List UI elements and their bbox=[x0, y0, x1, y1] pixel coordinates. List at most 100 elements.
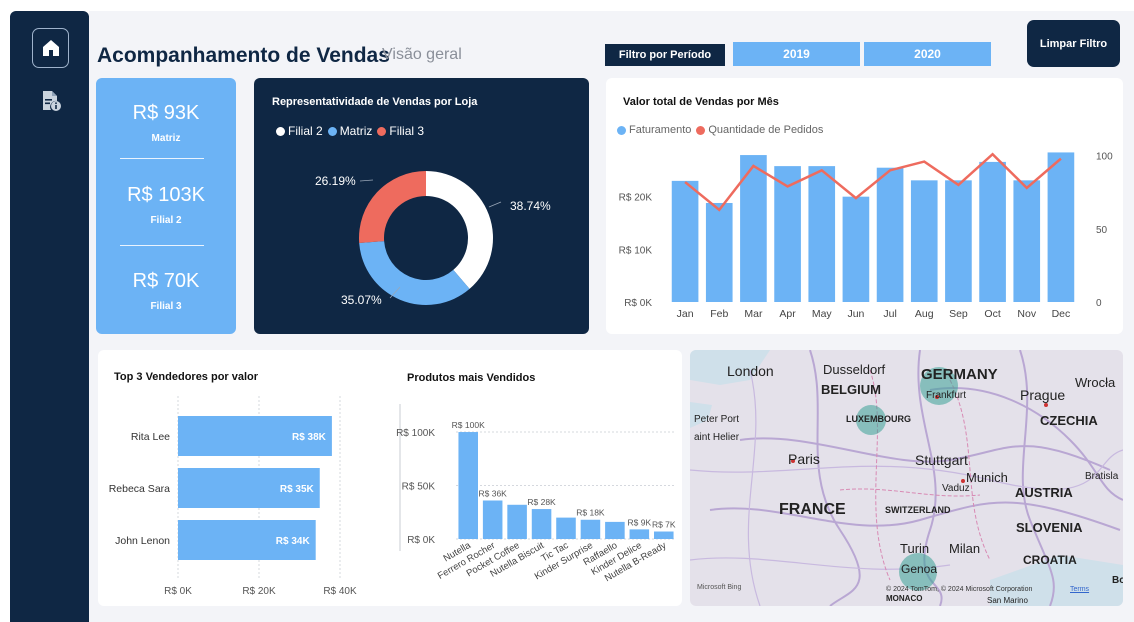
year-2019-button[interactable]: 2019 bbox=[733, 42, 860, 66]
map-label: LUXEMBOURG bbox=[846, 414, 911, 424]
kpi-card: R$ 93K Matriz R$ 103K Filial 2 R$ 70K Fi… bbox=[96, 78, 236, 334]
y-right-tick-label: 100 bbox=[1096, 152, 1113, 163]
map-label: Milan bbox=[949, 541, 981, 556]
bar-product[interactable] bbox=[482, 500, 503, 539]
bar-faturamento[interactable] bbox=[1047, 152, 1075, 302]
map-label: GERMANY bbox=[921, 366, 998, 383]
bar-faturamento[interactable] bbox=[671, 180, 699, 302]
bar-faturamento[interactable] bbox=[910, 180, 938, 302]
kpi-divider bbox=[120, 245, 204, 246]
bar-data-label: R$ 36K bbox=[478, 488, 507, 498]
x-tick-label: Sep bbox=[949, 308, 968, 320]
bar-faturamento[interactable] bbox=[808, 166, 836, 302]
bar-data-label: R$ 34K bbox=[276, 536, 311, 547]
bar-product[interactable] bbox=[458, 432, 478, 539]
map-label: CZECHIA bbox=[1040, 413, 1098, 428]
clear-filter-button[interactable]: Limpar Filtro bbox=[1027, 20, 1120, 67]
x-tick-label: Feb bbox=[710, 308, 728, 320]
y-left-tick-label: R$ 0K bbox=[624, 298, 652, 309]
x-tick-label: Mar bbox=[744, 308, 763, 320]
map-label: Peter Port bbox=[694, 414, 740, 425]
sales-map[interactable]: London Dusseldorf BELGIUM GERMANY Frankf… bbox=[690, 350, 1123, 606]
y-tick-label: R$ 0K bbox=[407, 535, 435, 546]
bar-faturamento[interactable] bbox=[979, 161, 1006, 302]
page-subtitle: Visão geral bbox=[382, 46, 462, 63]
bar-data-label: R$ 7K bbox=[652, 520, 676, 530]
bar-data-label: R$ 18K bbox=[576, 508, 605, 518]
map-label: BELGIUM bbox=[821, 382, 881, 397]
map-label: Bratisla bbox=[1085, 471, 1119, 482]
kpi-label: Filial 2 bbox=[150, 215, 182, 226]
map-label: Wrocła bbox=[1075, 375, 1116, 390]
slice-label-filial-3: 26.19% bbox=[315, 174, 356, 188]
map-brand-logo: Microsoft Bing bbox=[697, 584, 742, 591]
map-label: Munich bbox=[966, 470, 1008, 485]
bar-data-label: R$ 100K bbox=[452, 420, 485, 430]
y-tick-label: Rebeca Sara bbox=[109, 483, 170, 495]
bar-product[interactable] bbox=[654, 531, 674, 539]
kpi-matriz: R$ 93K Matriz bbox=[96, 102, 236, 144]
map-label: MONACO bbox=[886, 594, 923, 603]
map-label: London bbox=[727, 363, 774, 379]
map-label: AUSTRIA bbox=[1015, 485, 1073, 500]
map-label: San Marino bbox=[987, 596, 1028, 605]
bar-data-label: R$ 9K bbox=[628, 517, 652, 527]
file-info-icon[interactable] bbox=[40, 90, 62, 112]
y-tick-label: R$ 50K bbox=[402, 482, 436, 493]
bar-product[interactable] bbox=[507, 504, 527, 539]
x-tick-label: R$ 40K bbox=[323, 586, 357, 597]
x-tick-label: Dec bbox=[1052, 308, 1071, 320]
x-tick-label: Jun bbox=[847, 308, 864, 320]
map-label: CROATIA bbox=[1023, 553, 1077, 567]
page-title: Acompanhamento de Vendas bbox=[97, 44, 390, 67]
map-label: Dusseldorf bbox=[823, 362, 886, 377]
x-tick-label: R$ 0K bbox=[164, 586, 192, 597]
monthly-sales-chart: R$ 0K R$ 10K R$ 20K 0 50 100 Jan Feb Mar Apr May Ju… bbox=[619, 152, 1113, 320]
donut-slice-filial-2[interactable] bbox=[426, 171, 493, 289]
kpi-filial-3: R$ 70K Filial 3 bbox=[96, 270, 236, 312]
map-label: Bo bbox=[1112, 575, 1123, 586]
leader-line bbox=[359, 179, 374, 182]
y-tick-label: Rita Lee bbox=[131, 431, 170, 443]
map-label: Vaduz bbox=[942, 483, 970, 494]
donut-slice-filial-3[interactable] bbox=[359, 171, 426, 244]
top-products-chart: R$ 0KR$ 50KR$ 100KR$ 100KNutellaR$ 36KFe… bbox=[396, 404, 676, 584]
map-label: Paris bbox=[788, 451, 820, 467]
x-tick-label: Apr bbox=[779, 308, 796, 320]
home-button[interactable] bbox=[32, 28, 69, 68]
bar-faturamento[interactable] bbox=[705, 202, 733, 302]
map-label: Frankfurt bbox=[926, 390, 967, 401]
period-filter-label: Filtro por Período bbox=[605, 44, 725, 66]
map-label: Turin bbox=[900, 541, 930, 556]
bar-faturamento[interactable] bbox=[876, 167, 904, 302]
slice-label-filial-2: 38.74% bbox=[510, 199, 551, 213]
year-2020-button[interactable]: 2020 bbox=[864, 42, 991, 66]
bar-product[interactable] bbox=[531, 509, 552, 539]
bar-data-label: R$ 35K bbox=[280, 484, 315, 495]
map-terms-link[interactable]: Terms bbox=[1070, 586, 1089, 593]
map-label: aint Helier bbox=[694, 432, 740, 443]
store-share-card: Representatividade de Vendas por Loja Fi… bbox=[254, 78, 589, 334]
x-tick-label: Oct bbox=[984, 308, 1000, 320]
kpi-label: Matriz bbox=[151, 133, 181, 144]
bar-faturamento[interactable] bbox=[945, 180, 972, 302]
x-tick-label: Aug bbox=[915, 308, 934, 320]
x-tick-label: Jul bbox=[883, 308, 896, 320]
bar-product[interactable] bbox=[605, 521, 625, 539]
bar-faturamento[interactable] bbox=[1013, 180, 1041, 302]
bar-product[interactable] bbox=[556, 517, 576, 539]
home-icon bbox=[42, 40, 59, 56]
monthly-sales-card: Valor total de Vendas por Mês Faturament… bbox=[606, 78, 1123, 334]
x-tick-label: Jan bbox=[677, 308, 694, 320]
map-label: SLOVENIA bbox=[1016, 520, 1083, 535]
bar-product[interactable] bbox=[629, 529, 650, 539]
y-tick-label: John Lenon bbox=[115, 535, 170, 547]
bar-product[interactable] bbox=[580, 519, 601, 539]
bar-data-label: R$ 38K bbox=[292, 432, 327, 443]
bar-faturamento[interactable] bbox=[842, 196, 870, 302]
kpi-filial-2: R$ 103K Filial 2 bbox=[96, 184, 236, 226]
kpi-value: R$ 103K bbox=[127, 184, 205, 206]
kpi-value: R$ 93K bbox=[132, 102, 200, 124]
sidebar bbox=[10, 11, 89, 622]
map-label: Prague bbox=[1020, 387, 1066, 403]
